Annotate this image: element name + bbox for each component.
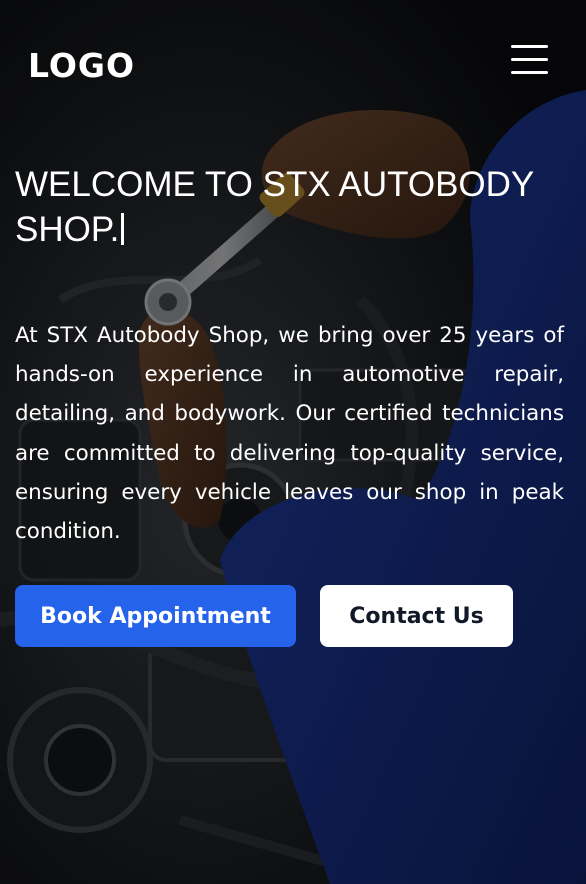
menu-bar-middle [511,58,548,61]
menu-bar-top [511,45,548,48]
menu-bar-bottom [511,71,548,74]
hero-title-text: WELCOME TO STX AUTOBODY SHOP. [15,165,534,249]
site-logo[interactable]: LOGO [28,44,135,88]
site-header: LOGO [0,0,586,130]
hero-title: WELCOME TO STX AUTOBODY SHOP. [15,162,555,252]
typing-cursor [121,213,125,245]
book-appointment-button[interactable]: Book Appointment [15,585,296,647]
hamburger-menu-icon[interactable] [508,42,552,78]
contact-us-button[interactable]: Contact Us [320,585,513,647]
hero-page: LOGO WELCOME TO STX AUTOBODY SHOP. At ST… [0,0,586,884]
hero-description: At STX Autobody Shop, we bring over 25 y… [15,323,564,545]
